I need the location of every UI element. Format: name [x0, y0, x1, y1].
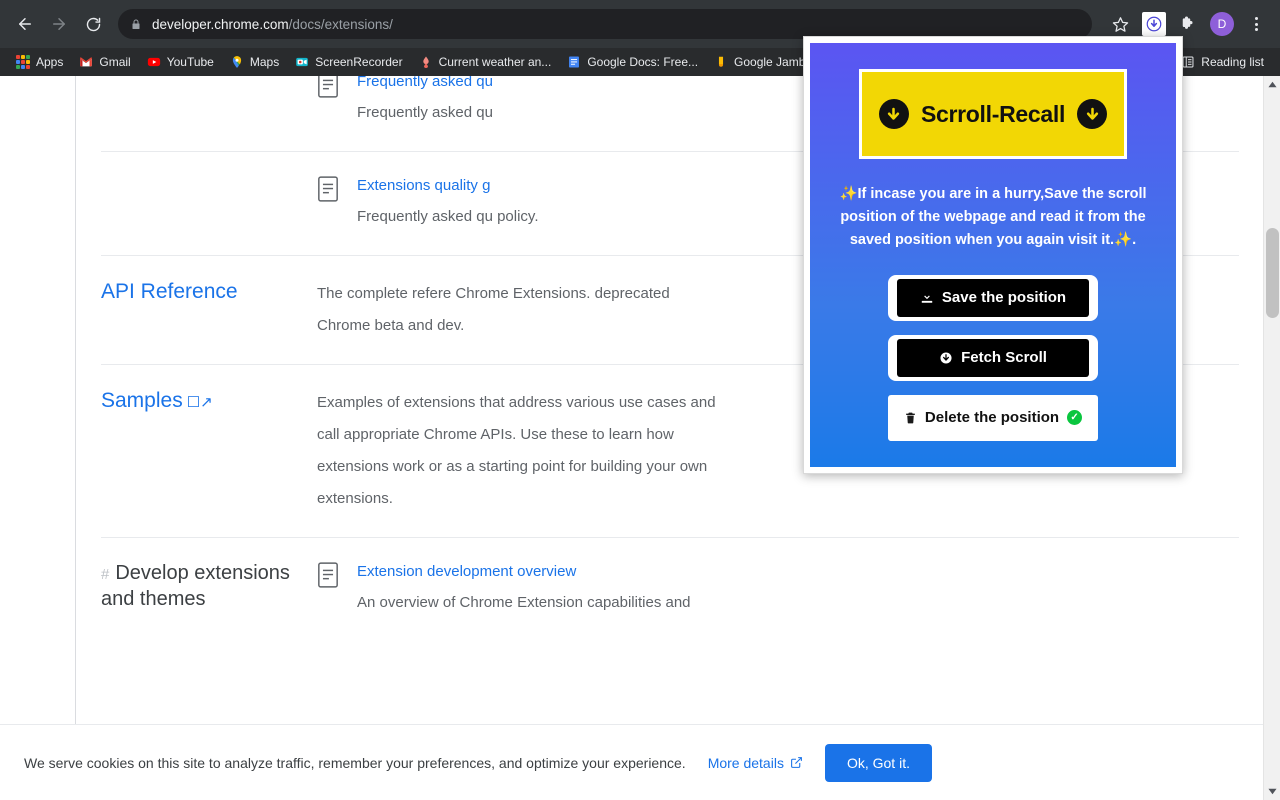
bookmark-label: Apps [36, 55, 63, 69]
external-link-icon [790, 756, 803, 769]
bookmark-gmail[interactable]: Gmail [71, 52, 138, 72]
lock-icon [130, 18, 142, 31]
apps-grid-icon [16, 55, 30, 69]
reading-list-icon [1181, 55, 1195, 69]
cookie-banner-text: We serve cookies on this site to analyze… [24, 755, 686, 771]
kebab-dots [1255, 17, 1258, 31]
document-icon [317, 562, 339, 588]
card-link-extension-development-overview[interactable]: Extension development overview [357, 560, 1239, 583]
card-body: Extension development overview An overvi… [357, 560, 1239, 619]
reload-button[interactable] [78, 9, 108, 39]
fetch-scroll-label: Fetch Scroll [961, 349, 1047, 366]
delete-position-button[interactable]: Delete the position ✓ [888, 395, 1098, 441]
save-position-button[interactable]: Save the position [888, 275, 1098, 321]
chrome-menu-icon[interactable] [1242, 10, 1270, 38]
card-desc: The complete refere Chrome Extensions. d… [317, 278, 697, 342]
card-desc: Frequently asked qu [357, 97, 757, 129]
profile-avatar[interactable]: D [1208, 10, 1236, 38]
browser-window: developer.chrome.com/docs/extensions/ [0, 0, 1280, 800]
popup-title-text: Scrroll-Recall [921, 101, 1065, 128]
reading-list-button[interactable]: Reading list [1173, 52, 1272, 72]
reading-list-label: Reading list [1201, 55, 1264, 69]
check-circle-icon: ✓ [1067, 410, 1082, 425]
cookie-consent-banner: We serve cookies on this site to analyze… [0, 724, 1263, 800]
google-docs-icon [567, 55, 581, 69]
bookmark-label: YouTube [167, 55, 214, 69]
section-title-text: Develop extensions and themes [101, 562, 290, 610]
fetch-down-icon [939, 351, 953, 365]
delete-position-face: Delete the position ✓ [888, 395, 1098, 441]
bookmark-maps[interactable]: Maps [222, 52, 287, 72]
page-left-rail [0, 76, 76, 800]
section-title-samples[interactable]: Samples☐↗ [101, 387, 311, 414]
content-row-develop: #Develop extensions and themes Extension… [101, 537, 1239, 641]
scrollbar-down-arrow[interactable] [1264, 783, 1280, 800]
section-title-develop: #Develop extensions and themes [101, 560, 311, 612]
card-desc: An overview of Chrome Extension capabili… [357, 587, 817, 619]
scrollbar-thumb[interactable] [1266, 228, 1279, 318]
gmail-icon [79, 55, 93, 69]
bookmark-youtube[interactable]: YouTube [139, 52, 222, 72]
hash-anchor-icon[interactable]: # [101, 566, 109, 583]
bookmark-apps[interactable]: Apps [8, 52, 71, 72]
save-position-face: Save the position [897, 279, 1089, 317]
delete-position-label: Delete the position [925, 409, 1059, 426]
popup-action-group: Save the position Fetch Scroll [828, 275, 1158, 441]
toolbar-icon-group: D [1100, 10, 1270, 38]
bookmark-screenrecorder[interactable]: ScreenRecorder [287, 52, 410, 72]
reload-icon [85, 16, 102, 33]
more-details-label: More details [708, 755, 784, 771]
url-host: developer.chrome.com [152, 17, 289, 32]
youtube-icon [147, 55, 161, 69]
page-scrollbar[interactable] [1263, 76, 1280, 800]
trash-icon [904, 411, 917, 425]
bookmark-google-docs[interactable]: Google Docs: Free... [559, 52, 706, 72]
extension-icon-badge [1142, 12, 1166, 36]
popup-body: Scrroll-Recall ✨If incase you are in a h… [810, 43, 1176, 467]
down-arrow-circle-icon [879, 99, 909, 129]
section-title-api-reference[interactable]: API Reference [101, 278, 311, 305]
document-icon [317, 76, 339, 98]
fetch-scroll-face: Fetch Scroll [897, 339, 1089, 377]
forward-arrow-icon [50, 15, 68, 33]
avatar-initial: D [1210, 12, 1234, 36]
section-title-text: Samples [101, 389, 183, 412]
back-button[interactable] [10, 9, 40, 39]
popup-description: ✨If incase you are in a hurry,Save the s… [828, 183, 1158, 253]
more-details-link[interactable]: More details [708, 755, 803, 771]
url-text: developer.chrome.com/docs/extensions/ [152, 17, 393, 32]
back-arrow-icon [16, 15, 34, 33]
save-download-icon [920, 291, 934, 305]
fetch-scroll-button[interactable]: Fetch Scroll [888, 335, 1098, 381]
card-desc: Examples of extensions that address vari… [317, 387, 717, 515]
weather-icon [419, 55, 433, 69]
bookmark-label: Maps [250, 55, 279, 69]
scrollbar-up-arrow[interactable] [1264, 76, 1280, 93]
bookmark-label: Google Docs: Free... [587, 55, 698, 69]
address-bar[interactable]: developer.chrome.com/docs/extensions/ [118, 9, 1092, 39]
bookmark-weather[interactable]: Current weather an... [411, 52, 560, 72]
bookmark-label: ScreenRecorder [315, 55, 402, 69]
cookie-accept-button[interactable]: Ok, Got it. [825, 744, 932, 782]
bookmark-star-icon[interactable] [1106, 10, 1134, 38]
card-desc: Frequently asked qu policy. [357, 201, 757, 233]
popup-title-banner: Scrroll-Recall [859, 69, 1127, 159]
jamboard-icon [714, 55, 728, 69]
document-icon [317, 176, 339, 202]
scroll-recall-extension-icon[interactable] [1140, 10, 1168, 38]
external-link-icon: ☐↗ [187, 394, 213, 411]
scroll-recall-popup: Scrroll-Recall ✨If incase you are in a h… [803, 36, 1183, 474]
bookmark-label: Current weather an... [439, 55, 552, 69]
extensions-puzzle-icon[interactable] [1174, 10, 1202, 38]
forward-button[interactable] [44, 9, 74, 39]
url-path: /docs/extensions/ [289, 17, 393, 32]
screen-recorder-icon [295, 55, 309, 69]
bookmark-label: Gmail [99, 55, 130, 69]
maps-pin-icon [230, 55, 244, 69]
down-arrow-circle-icon [1077, 99, 1107, 129]
save-position-label: Save the position [942, 289, 1066, 306]
